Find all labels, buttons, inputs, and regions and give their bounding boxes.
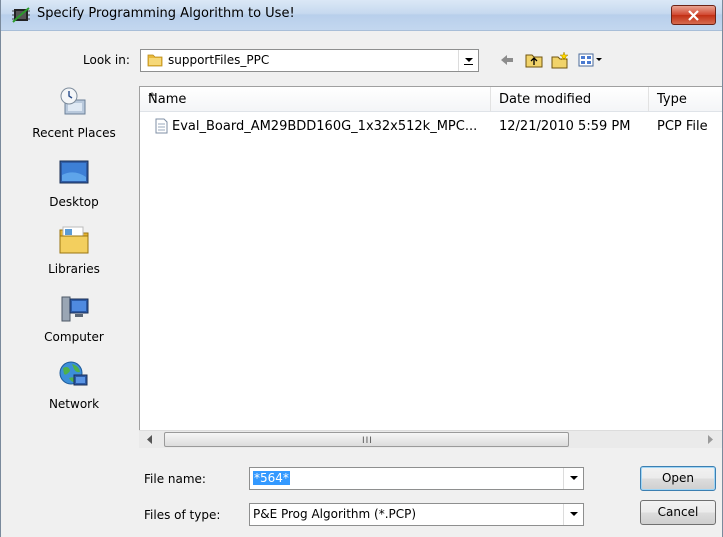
files-of-type-label: Files of type: xyxy=(144,508,221,522)
column-header-date-modified[interactable]: Date modified xyxy=(491,87,649,112)
scrollbar-grip: III xyxy=(362,436,373,446)
desktop-icon xyxy=(59,160,89,184)
chevron-down-icon xyxy=(465,58,473,62)
file-name-input[interactable]: *564* xyxy=(249,467,584,490)
document-icon xyxy=(155,118,168,134)
column-header-label: Date modified xyxy=(499,92,592,107)
up-folder-icon[interactable] xyxy=(525,52,543,68)
column-header-label: Name xyxy=(148,92,187,107)
place-label: Recent Places xyxy=(32,126,116,140)
look-in-value: supportFiles_PPC xyxy=(168,53,270,67)
column-header-type[interactable]: Type xyxy=(649,87,722,112)
close-button[interactable] xyxy=(671,5,716,25)
file-name: Eval_Board_AM29BDD160G_1x32x512k_MPC... xyxy=(172,119,478,134)
folder-icon xyxy=(147,54,163,67)
files-of-type-select[interactable]: P&E Prog Algorithm (*.PCP) xyxy=(249,503,584,526)
places-bar: Recent Places Desktop Libraries Computer… xyxy=(15,76,133,432)
place-label: Network xyxy=(48,397,100,411)
look-in-combobox[interactable]: supportFiles_PPC xyxy=(140,49,479,72)
horizontal-scrollbar[interactable]: III xyxy=(139,430,722,448)
scrollbar-thumb[interactable]: III xyxy=(164,432,569,447)
computer-icon xyxy=(61,296,89,322)
network-icon xyxy=(59,361,88,386)
place-desktop[interactable]: Desktop xyxy=(15,159,133,209)
scroll-left-icon[interactable] xyxy=(147,435,153,444)
place-network[interactable]: Network xyxy=(15,359,133,411)
libraries-icon xyxy=(59,226,89,254)
chevron-down-icon xyxy=(570,476,578,480)
files-of-type-dropdown-button[interactable] xyxy=(563,504,583,525)
place-recent-places[interactable]: Recent Places xyxy=(15,86,133,140)
place-label: Libraries xyxy=(48,262,100,276)
dialog-window: Specify Programming Algorithm to Use! Lo… xyxy=(0,0,723,537)
files-of-type-value: P&E Prog Algorithm (*.PCP) xyxy=(253,507,417,521)
file-name-label: File name: xyxy=(144,472,206,486)
file-name-value: *564* xyxy=(253,471,290,485)
window-title: Specify Programming Algorithm to Use! xyxy=(37,6,295,21)
place-label: Computer xyxy=(44,330,104,344)
file-name-dropdown-button[interactable] xyxy=(563,468,583,489)
file-type: PCP File xyxy=(657,119,708,134)
place-libraries[interactable]: Libraries xyxy=(15,224,133,276)
file-row[interactable]: Eval_Board_AM29BDD160G_1x32x512k_MPC... … xyxy=(140,115,722,137)
place-computer[interactable]: Computer xyxy=(15,294,133,344)
column-header-label: Type xyxy=(657,92,687,107)
file-list[interactable]: Name Date modified Type Eval_Board_AM29B… xyxy=(139,86,722,430)
cancel-button[interactable]: Cancel xyxy=(640,500,716,525)
file-date-modified: 12/21/2010 5:59 PM xyxy=(499,119,631,134)
scroll-right-icon[interactable] xyxy=(708,435,714,444)
column-header-name[interactable]: Name xyxy=(140,87,491,112)
back-arrow-icon[interactable] xyxy=(499,52,515,68)
look-in-dropdown-button[interactable] xyxy=(458,50,478,71)
chevron-down-icon xyxy=(570,512,578,516)
app-icon xyxy=(12,7,30,23)
view-menu-icon[interactable] xyxy=(578,52,604,68)
close-icon xyxy=(688,10,699,21)
title-bar[interactable]: Specify Programming Algorithm to Use! xyxy=(1,0,722,31)
recent-places-icon xyxy=(60,87,86,115)
look-in-label: Look in: xyxy=(83,53,130,67)
new-folder-icon[interactable] xyxy=(551,52,569,69)
open-button[interactable]: Open xyxy=(640,466,716,491)
place-label: Desktop xyxy=(49,195,99,209)
